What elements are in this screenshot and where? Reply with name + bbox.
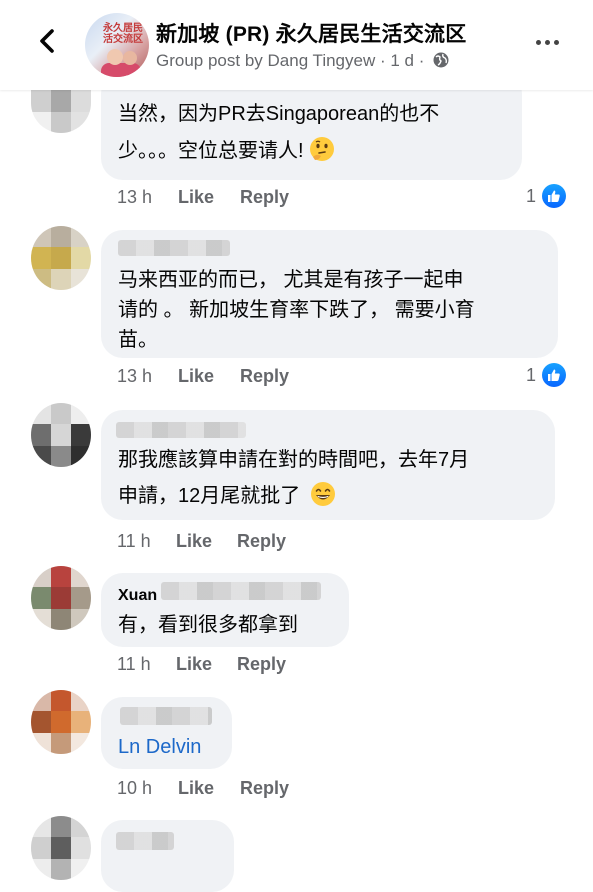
comment-line: 请的 。 新加坡生育率下跌了， 需要小育 (118, 299, 475, 321)
reaction-count[interactable]: 1 (526, 184, 567, 208)
more-options-icon[interactable] (536, 40, 560, 46)
comment-line: 当然，因为PR去Singaporean的也不 (118, 103, 440, 125)
commenter-name-redacted[interactable] (116, 422, 246, 438)
reply-label[interactable]: Reply (237, 654, 286, 674)
thinking-face-icon (310, 137, 335, 161)
group-title[interactable]: 新加坡 (PR) 永久居民生活交流区 (156, 18, 466, 48)
like-button[interactable]: Like (176, 531, 212, 552)
reply-button[interactable]: Reply (240, 187, 289, 208)
comment-bubble[interactable]: 马来西亚的而已， 尤其是有孩子一起申 请的 。 新加坡生育率下跌了， 需要小育 … (101, 230, 558, 358)
comment-line: 马来西亚的而已， 尤其是有孩子一起申 (118, 269, 464, 291)
commenter-name-redacted[interactable] (118, 240, 230, 256)
group-avatar[interactable]: 永久居民 活交流区 (85, 13, 149, 77)
commenter-avatar[interactable] (31, 816, 91, 880)
reply-button[interactable]: Reply (237, 531, 286, 552)
reply-button[interactable]: Reply (240, 366, 289, 387)
comment-line: 少。。。空位总要请人! (118, 135, 335, 167)
commenter-name[interactable]: Xuan (118, 587, 157, 601)
reply-button[interactable]: Reply (237, 654, 286, 675)
comment-bubble[interactable]: Ln Delvin (101, 697, 232, 769)
reaction-number: 1 (526, 185, 537, 206)
like-label[interactable]: Like (176, 654, 212, 674)
comment-line: 那我應該算申請在對的時間吧，去年7月 (118, 449, 470, 471)
reply-label[interactable]: Reply (240, 187, 289, 207)
like-label[interactable]: Like (178, 366, 214, 386)
reaction-number: 1 (526, 364, 537, 385)
like-button[interactable]: Like (178, 778, 214, 799)
post-header: 永久居民 活交流区 新加坡 (PR) 永久居民生活交流区 Group post b… (0, 0, 593, 90)
comment-line-text: 少。。。空位总要请人! (118, 140, 304, 162)
like-button[interactable]: Like (178, 366, 214, 387)
comment-line-text: 申請，12月尾就批了 (118, 485, 301, 507)
comment-time: 11 h (117, 654, 151, 674)
comment-time: 10 h (117, 778, 153, 798)
grinning-face-icon (310, 482, 335, 506)
comment-bubble[interactable]: 那我應該算申請在對的時間吧，去年7月 申請，12月尾就批了 (101, 410, 555, 520)
comment-line: 申請，12月尾就批了 (118, 480, 336, 512)
commenter-name-redacted[interactable] (120, 707, 212, 725)
comment-time: 13 h (117, 187, 153, 207)
like-reaction-icon (542, 184, 567, 208)
like-reaction-icon (542, 363, 567, 387)
commenter-avatar[interactable] (31, 226, 91, 290)
like-label[interactable]: Like (176, 531, 212, 551)
comment-time: 13 h (117, 366, 153, 386)
commenter-name-redacted[interactable] (161, 582, 321, 600)
group-avatar-text: 永久居民 活交流区 (103, 23, 143, 45)
comment-time: 11 h (117, 531, 151, 551)
tagged-user-link[interactable]: Ln Delvin (118, 731, 201, 763)
comment-line: 有，看到很多都拿到 (118, 614, 298, 636)
like-label[interactable]: Like (178, 778, 214, 798)
globe-icon (433, 52, 449, 68)
comment-bubble[interactable] (101, 820, 234, 892)
post-subtitle: Group post by Dang Tingyew · 1 d · (156, 51, 450, 71)
comment-bubble[interactable]: Xuan 有，看到很多都拿到 (101, 573, 349, 647)
commenter-name-redacted[interactable] (116, 832, 174, 850)
commenter-avatar[interactable] (31, 690, 91, 754)
like-button[interactable]: Like (178, 187, 214, 208)
post-subtitle-text: Group post by Dang Tingyew · 1 d · (156, 51, 425, 70)
reply-button[interactable]: Reply (240, 778, 289, 799)
commenter-name-text[interactable]: Xuan (118, 587, 157, 601)
like-button[interactable]: Like (176, 654, 212, 675)
reply-label[interactable]: Reply (237, 531, 286, 551)
commenter-avatar[interactable] (31, 403, 91, 467)
commenter-avatar[interactable] (31, 566, 91, 630)
reply-label[interactable]: Reply (240, 778, 289, 798)
back-arrow-icon[interactable] (33, 26, 63, 56)
reply-label[interactable]: Reply (240, 366, 289, 386)
like-label[interactable]: Like (178, 187, 214, 207)
comment-line: 苗。 (118, 329, 158, 351)
reaction-count[interactable]: 1 (526, 363, 567, 387)
